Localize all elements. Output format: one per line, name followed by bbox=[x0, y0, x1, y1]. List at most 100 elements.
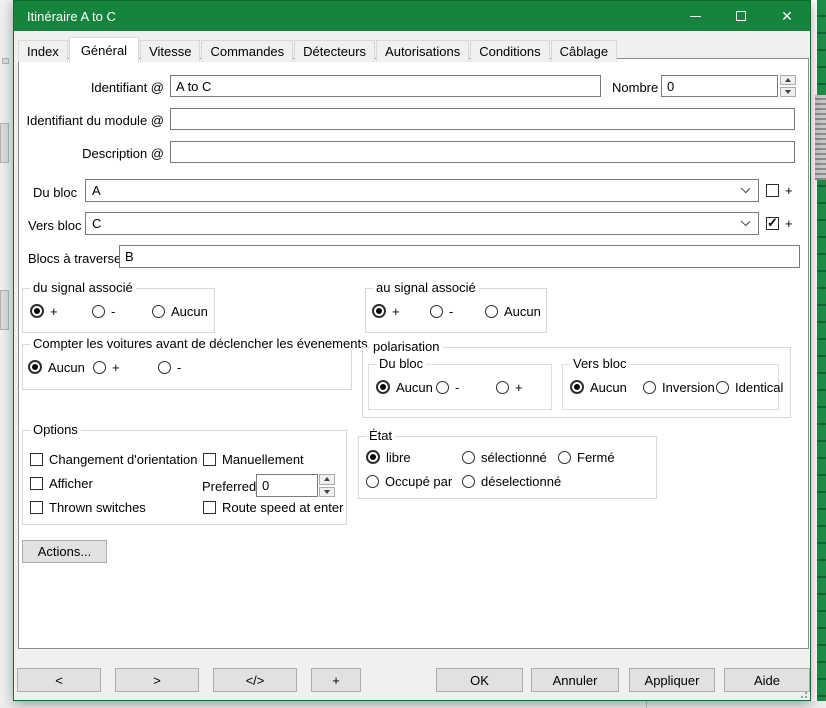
tab-commandes[interactable]: Commandes bbox=[201, 40, 293, 62]
ok-button[interactable]: OK bbox=[436, 668, 523, 692]
radio-icon bbox=[496, 381, 509, 394]
actions-button[interactable]: Actions... bbox=[22, 540, 107, 563]
radio-selected-icon bbox=[570, 380, 584, 394]
spin-up-icon bbox=[785, 78, 791, 82]
radio-compter-minus[interactable]: - bbox=[158, 360, 181, 374]
nav-next-button[interactable]: > bbox=[115, 668, 199, 692]
radio-etat-selectionne[interactable]: sélectionné bbox=[462, 450, 547, 464]
radio-au-signal-aucun[interactable]: Aucun bbox=[485, 304, 541, 318]
radio-etat-deselectionne[interactable]: déselectionné bbox=[462, 474, 561, 488]
radio-compter-aucun[interactable]: Aucun bbox=[28, 360, 85, 374]
preferred-input[interactable] bbox=[256, 474, 318, 497]
cancel-button[interactable]: Annuler bbox=[531, 668, 619, 692]
radio-icon bbox=[93, 361, 106, 374]
tab-autorisations[interactable]: Autorisations bbox=[376, 40, 469, 62]
radio-label: - bbox=[111, 304, 115, 319]
checkbox-manuellement[interactable]: Manuellement bbox=[203, 452, 304, 466]
checkbox-changement-orientation[interactable]: Changement d'orientation bbox=[30, 452, 197, 466]
etat-title: État bbox=[366, 428, 395, 443]
radio-icon bbox=[716, 381, 729, 394]
nav-add-button[interactable]: + bbox=[311, 668, 361, 692]
radio-etat-occupe-par[interactable]: Occupé par bbox=[366, 474, 452, 488]
polarisation-title: polarisation bbox=[370, 339, 443, 354]
radio-du-signal-plus[interactable]: + bbox=[30, 304, 58, 318]
du-bloc-value: A bbox=[92, 183, 101, 198]
tab-general[interactable]: Général bbox=[69, 37, 139, 63]
module-input[interactable] bbox=[170, 108, 795, 130]
radio-icon bbox=[92, 305, 105, 318]
nombre-input[interactable] bbox=[661, 75, 778, 97]
radio-label: Occupé par bbox=[385, 474, 452, 489]
help-button[interactable]: Aide bbox=[724, 668, 810, 692]
radio-polar-du-aucun[interactable]: Aucun bbox=[376, 380, 433, 394]
tab-strip: Index Général Vitesse Commandes Détecteu… bbox=[18, 36, 618, 62]
close-button[interactable]: ✕ bbox=[764, 1, 810, 31]
radio-label: Aucun bbox=[590, 380, 627, 395]
du-bloc-plus-checkbox[interactable]: + bbox=[766, 183, 793, 197]
preferred-spin-up-button[interactable] bbox=[319, 474, 335, 485]
radio-label: Aucun bbox=[48, 360, 85, 375]
compter-title: Compter les voitures avant de déclencher… bbox=[30, 336, 371, 351]
screen: Itinéraire A to C ✕ Index Général Vitess… bbox=[0, 0, 826, 708]
tab-conditions[interactable]: Conditions bbox=[470, 40, 549, 62]
radio-polar-du-minus[interactable]: - bbox=[436, 380, 459, 394]
preferred-spin-down-button[interactable] bbox=[319, 487, 335, 498]
options-title: Options bbox=[30, 422, 81, 437]
radio-etat-libre[interactable]: libre bbox=[366, 450, 411, 464]
spin-down-icon bbox=[324, 490, 330, 494]
apply-button[interactable]: Appliquer bbox=[629, 668, 715, 692]
nombre-spin-down-button[interactable] bbox=[780, 87, 796, 97]
radio-du-signal-aucun[interactable]: Aucun bbox=[152, 304, 208, 318]
background-fragment bbox=[2, 58, 9, 64]
resize-grip-icon[interactable] bbox=[799, 690, 807, 698]
radio-icon bbox=[643, 381, 656, 394]
du-signal-title: du signal associé bbox=[30, 280, 136, 295]
background-fragment bbox=[0, 123, 9, 163]
description-input[interactable] bbox=[170, 141, 795, 163]
radio-label: - bbox=[449, 304, 453, 319]
titlebar[interactable]: Itinéraire A to C ✕ bbox=[14, 1, 810, 31]
checkbox-label: Route speed at enter bbox=[222, 500, 343, 515]
radio-polar-vers-aucun[interactable]: Aucun bbox=[570, 380, 627, 394]
identifiant-label: Identifiant @ bbox=[40, 80, 164, 95]
radio-etat-ferme[interactable]: Fermé bbox=[558, 450, 615, 464]
checkbox-route-speed[interactable]: Route speed at enter bbox=[203, 500, 343, 514]
radio-au-signal-minus[interactable]: - bbox=[430, 304, 453, 318]
tab-index[interactable]: Index bbox=[18, 40, 68, 62]
checkbox-icon bbox=[30, 501, 43, 514]
radio-polar-du-plus[interactable]: + bbox=[496, 380, 523, 394]
radio-label: + bbox=[392, 304, 400, 319]
minimize-icon bbox=[690, 16, 701, 17]
blocs-traverser-input[interactable] bbox=[119, 245, 800, 268]
checkbox-checked-icon bbox=[766, 217, 779, 230]
tab-vitesse[interactable]: Vitesse bbox=[140, 40, 200, 62]
description-label: Description @ bbox=[18, 146, 164, 161]
du-bloc-combobox[interactable]: A bbox=[85, 179, 759, 202]
nombre-spin-up-button[interactable] bbox=[780, 75, 796, 85]
minimize-button[interactable] bbox=[672, 1, 718, 31]
radio-du-signal-minus[interactable]: - bbox=[92, 304, 115, 318]
radio-label: Identical bbox=[735, 380, 783, 395]
radio-label: Inversion bbox=[662, 380, 715, 395]
radio-label: + bbox=[112, 360, 120, 375]
identifiant-input[interactable] bbox=[170, 75, 601, 97]
tab-cablage[interactable]: Câblage bbox=[551, 40, 617, 62]
vers-bloc-plus-checkbox[interactable]: + bbox=[766, 216, 793, 230]
nombre-spinner bbox=[780, 75, 796, 97]
tab-detecteurs[interactable]: Détecteurs bbox=[294, 40, 375, 62]
radio-icon bbox=[462, 475, 475, 488]
checkbox-thrown-switches[interactable]: Thrown switches bbox=[30, 500, 146, 514]
radio-polar-vers-identical[interactable]: Identical bbox=[716, 380, 783, 394]
radio-label: Aucun bbox=[171, 304, 208, 319]
radio-icon bbox=[462, 451, 475, 464]
radio-au-signal-plus[interactable]: + bbox=[372, 304, 400, 318]
nav-code-button[interactable]: </> bbox=[213, 668, 297, 692]
maximize-button[interactable] bbox=[718, 1, 764, 31]
radio-compter-plus[interactable]: + bbox=[93, 360, 120, 374]
radio-polar-vers-inversion[interactable]: Inversion bbox=[643, 380, 715, 394]
nav-previous-button[interactable]: < bbox=[17, 668, 101, 692]
checkbox-afficher[interactable]: Afficher bbox=[30, 476, 93, 490]
vers-bloc-combobox[interactable]: C bbox=[85, 212, 759, 235]
background-fragment bbox=[0, 290, 9, 330]
etat-groupbox: État bbox=[358, 436, 657, 499]
